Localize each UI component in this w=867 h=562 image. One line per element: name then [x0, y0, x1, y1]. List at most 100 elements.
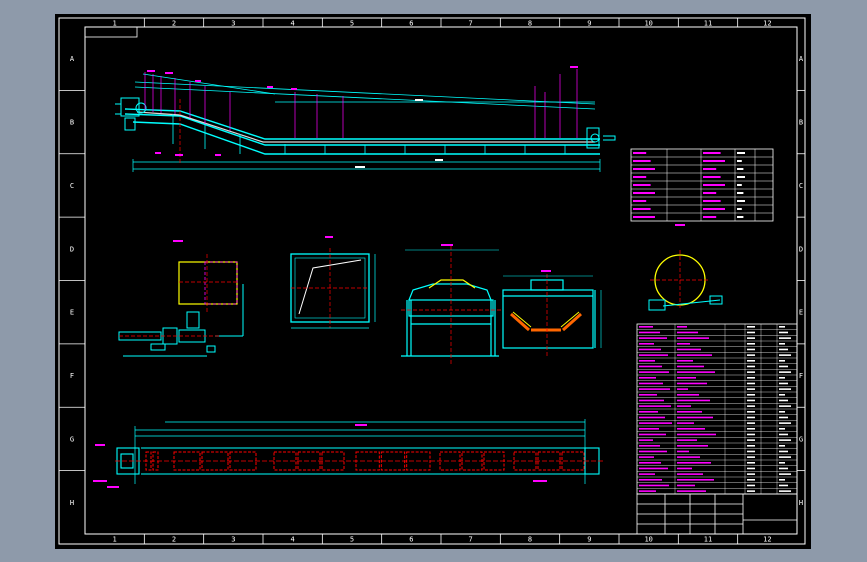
- idler-section-view[interactable]: [502, 270, 602, 356]
- bom-text-mark: [779, 411, 785, 413]
- table-text-mark: [703, 168, 717, 170]
- bom-text-mark: [677, 343, 690, 345]
- bom-text-mark: [639, 394, 657, 396]
- bom-text-mark: [677, 365, 704, 368]
- table-text-mark: [737, 208, 742, 210]
- grid-row-label: A: [70, 55, 75, 63]
- bom-text-mark: [639, 343, 654, 345]
- bom-text-mark: [639, 371, 669, 373]
- troughing-idler-view[interactable]: [401, 244, 501, 364]
- grid-column-label: 3: [231, 536, 235, 544]
- bom-text-mark: [779, 422, 791, 424]
- table-text-mark: [737, 176, 745, 178]
- grid-column-label: 2: [172, 20, 176, 28]
- grid-column-label: 6: [409, 20, 413, 28]
- bom-text-mark: [779, 484, 788, 487]
- table-text-mark: [703, 184, 725, 186]
- table-text-mark: [633, 192, 655, 194]
- bom-text-mark: [747, 360, 755, 362]
- bom-text-mark: [677, 360, 693, 362]
- grid-column-label: 8: [528, 536, 532, 544]
- bom-text-mark: [677, 445, 708, 447]
- grid-column-label: 12: [763, 20, 771, 28]
- grid-row-label: G: [70, 435, 74, 443]
- bom-text-mark: [779, 337, 791, 339]
- bom-text-mark: [779, 348, 788, 351]
- bom-text-mark: [639, 456, 654, 458]
- table-text-mark: [737, 192, 744, 194]
- bom-text-mark: [677, 479, 714, 481]
- bom-text-mark: [747, 326, 755, 328]
- bom-text-mark: [677, 433, 716, 436]
- grid-row-label: E: [799, 309, 803, 317]
- bom-text-mark: [779, 428, 785, 430]
- transfer-chute-view[interactable]: [290, 236, 376, 329]
- elevation-dimension-text-marks: [355, 99, 443, 168]
- title-block[interactable]: [636, 493, 798, 535]
- bom-text-mark: [677, 462, 711, 464]
- bom-text-mark: [747, 439, 755, 441]
- bom-text-mark: [639, 422, 672, 424]
- bom-text-mark: [639, 360, 655, 362]
- conveyor-belt-line: [124, 108, 600, 155]
- grid-column-label: 4: [291, 536, 295, 544]
- bom-text-mark: [747, 467, 755, 470]
- cad-viewport[interactable]: 1 2 3 4 5 6 7 8 9 10 11 12 1 2 3 4 5 6 7 8 9 10 11 12 ABCDEFGH…: [0, 0, 867, 562]
- conveyor-plan-view[interactable]: [93, 419, 605, 488]
- drive-unit-view[interactable]: [118, 240, 244, 357]
- table-text-mark: [633, 184, 651, 186]
- bom-text-mark: [779, 450, 788, 453]
- bom-text-mark: [677, 377, 696, 379]
- grid-columns-top: 1 2 3 4 5 6 7 8 9 10 11 12: [113, 18, 772, 28]
- grid-row-label: B: [70, 119, 74, 127]
- bom-text-mark: [747, 416, 755, 419]
- conveyor-side-elevation[interactable]: [115, 66, 616, 172]
- grid-row-label: G: [799, 435, 803, 443]
- pulley-detail-view[interactable]: [648, 224, 723, 311]
- grid-column-label: 3: [231, 20, 235, 28]
- bom-text-mark: [639, 479, 662, 481]
- bom-text-mark: [779, 399, 788, 402]
- bom-text-mark: [747, 388, 755, 390]
- bom-text-mark: [747, 377, 755, 379]
- bom-text-mark: [779, 490, 791, 492]
- bom-text-mark: [779, 445, 785, 447]
- bom-text-mark: [639, 365, 662, 368]
- table-text-mark: [633, 176, 647, 178]
- bom-text-mark: [639, 428, 659, 430]
- bom-text-mark: [747, 484, 755, 487]
- grid-column-label: 9: [587, 536, 591, 544]
- bom-text-mark: [747, 405, 755, 407]
- bom-text-mark: [677, 416, 713, 419]
- parameter-table[interactable]: [630, 148, 774, 222]
- table-text-mark: [737, 152, 745, 154]
- bom-text-mark: [747, 337, 755, 339]
- table-text-mark: [737, 200, 745, 202]
- grid-column-label: 1: [113, 20, 117, 28]
- bom-text-mark: [639, 337, 667, 339]
- bill-of-materials-table[interactable]: [636, 323, 798, 495]
- bom-text-mark: [779, 331, 788, 334]
- bom-text-mark: [677, 326, 687, 328]
- grid-column-label: 1: [113, 536, 117, 544]
- bom-text-mark: [677, 337, 709, 339]
- bom-text-mark: [677, 348, 701, 351]
- table-text-mark: [737, 160, 742, 162]
- bom-text-mark: [779, 382, 788, 385]
- bom-text-mark: [747, 428, 755, 430]
- bom-text-mark: [747, 462, 755, 464]
- bom-text-mark: [677, 382, 707, 385]
- bom-text-mark: [677, 456, 700, 458]
- table-text-mark: [703, 192, 717, 194]
- bom-text-mark: [639, 405, 671, 407]
- bom-text-mark: [677, 371, 715, 373]
- table-text-mark: [737, 184, 742, 186]
- grid-columns-bottom: 1 2 3 4 5 6 7 8 9 10 11 12: [113, 534, 772, 544]
- table-text-mark: [737, 216, 744, 218]
- bom-text-mark: [747, 382, 755, 385]
- bom-text-mark: [677, 411, 702, 413]
- grid-rows-left: A B C D E F G H: [59, 55, 85, 507]
- drawing-canvas[interactable]: 1 2 3 4 5 6 7 8 9 10 11 12 1 2 3 4 5 6 7 8 9 10 11 12 ABCDEFGH…: [55, 14, 811, 549]
- grid-row-label: H: [799, 499, 803, 507]
- table-text-mark: [633, 160, 651, 162]
